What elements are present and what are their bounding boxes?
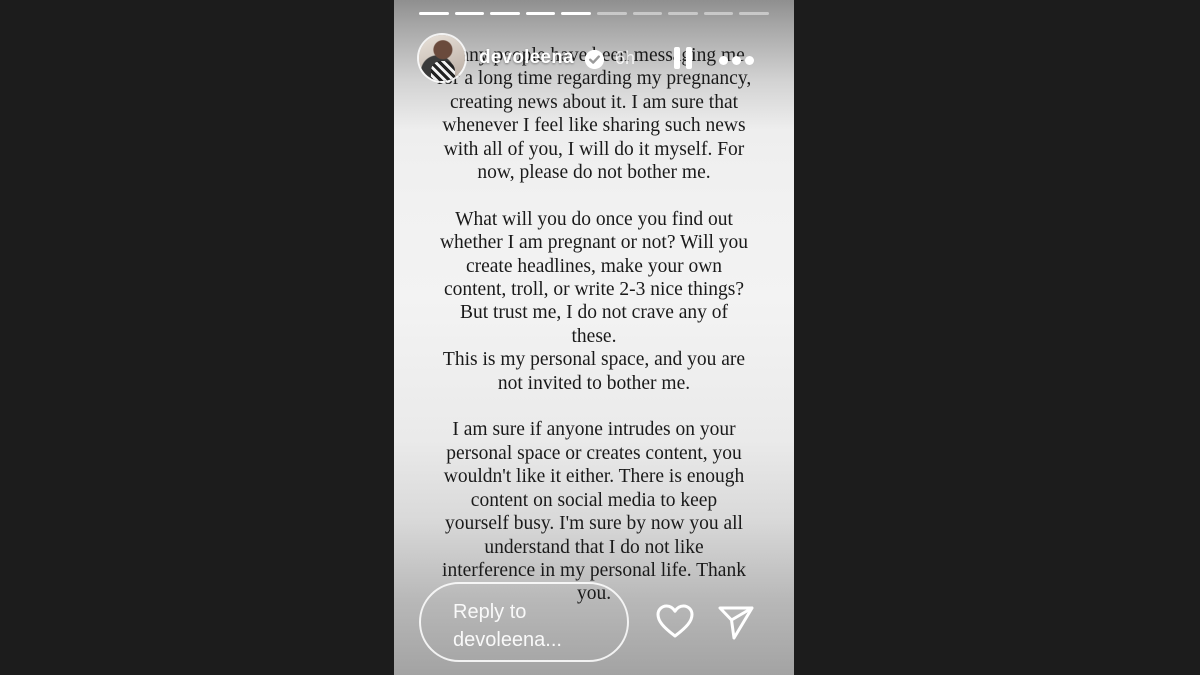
progress-segment bbox=[561, 12, 591, 15]
heart-icon[interactable] bbox=[655, 602, 695, 642]
reply-input[interactable]: Reply to devoleena... bbox=[419, 582, 629, 662]
story-text-line: wouldn't like it either. There is enough bbox=[443, 466, 745, 488]
username[interactable]: devoleena bbox=[479, 47, 574, 69]
progress-segment bbox=[419, 12, 449, 15]
story-text-line: understand that I do not like bbox=[484, 536, 704, 558]
story-text-line: interference in my personal life. Thank bbox=[442, 559, 746, 581]
story-text-line: personal space or creates content, you bbox=[446, 442, 742, 464]
story-text: Many people have been messaging mefor a … bbox=[416, 44, 772, 606]
story-viewer[interactable]: Many people have been messaging mefor a … bbox=[394, 0, 794, 675]
story-text-line: content, troll, or write 2-3 nice things… bbox=[443, 279, 744, 301]
progress-segment bbox=[454, 12, 485, 15]
progress-segment bbox=[632, 12, 663, 15]
story-text-line: creating news about it. I am sure that bbox=[449, 91, 739, 113]
story-text-line: content on social media to keep bbox=[470, 489, 718, 511]
send-icon[interactable] bbox=[717, 603, 755, 641]
progress-segment bbox=[703, 12, 734, 15]
reply-placeholder-line1: Reply to bbox=[453, 601, 527, 623]
verified-badge-icon bbox=[585, 50, 604, 69]
avatar[interactable] bbox=[419, 35, 465, 81]
story-text-line: now, please do not bother me. bbox=[477, 162, 711, 184]
story-text-line: create headlines, make your own bbox=[465, 255, 723, 277]
progress-segment bbox=[668, 12, 698, 15]
left-backdrop bbox=[0, 0, 394, 675]
story-text-line: What will you do once you find out bbox=[455, 208, 733, 230]
progress-segment bbox=[525, 12, 556, 15]
reply-placeholder-line2: devoleena... bbox=[453, 629, 562, 651]
story-text-line: But trust me, I do not crave any of bbox=[459, 302, 729, 324]
story-text-line: whether I am pregnant or not? Will you bbox=[439, 232, 749, 254]
post-time: 6h bbox=[615, 48, 636, 68]
story-text-line: not invited to bother me. bbox=[497, 372, 691, 394]
story-text-line: I am sure if anyone intrudes on your bbox=[452, 419, 736, 441]
progress-segment bbox=[739, 12, 769, 15]
progress-segment bbox=[490, 12, 520, 15]
progress-segment bbox=[596, 12, 627, 15]
pause-icon[interactable] bbox=[671, 47, 695, 71]
story-text-line: these. bbox=[571, 325, 617, 347]
story-text-line: with all of you, I will do it myself. Fo… bbox=[443, 138, 745, 160]
story-text-line: whenever I feel like sharing such news bbox=[442, 115, 746, 137]
more-options-icon[interactable] bbox=[719, 56, 755, 66]
story-progress-bar bbox=[419, 12, 769, 15]
right-backdrop bbox=[794, 0, 1200, 675]
story-text-line: This is my personal space, and you are bbox=[442, 349, 746, 371]
story-text-line: yourself busy. I'm sure by now you all bbox=[445, 513, 743, 535]
story-header: devoleena 6h bbox=[419, 35, 769, 81]
